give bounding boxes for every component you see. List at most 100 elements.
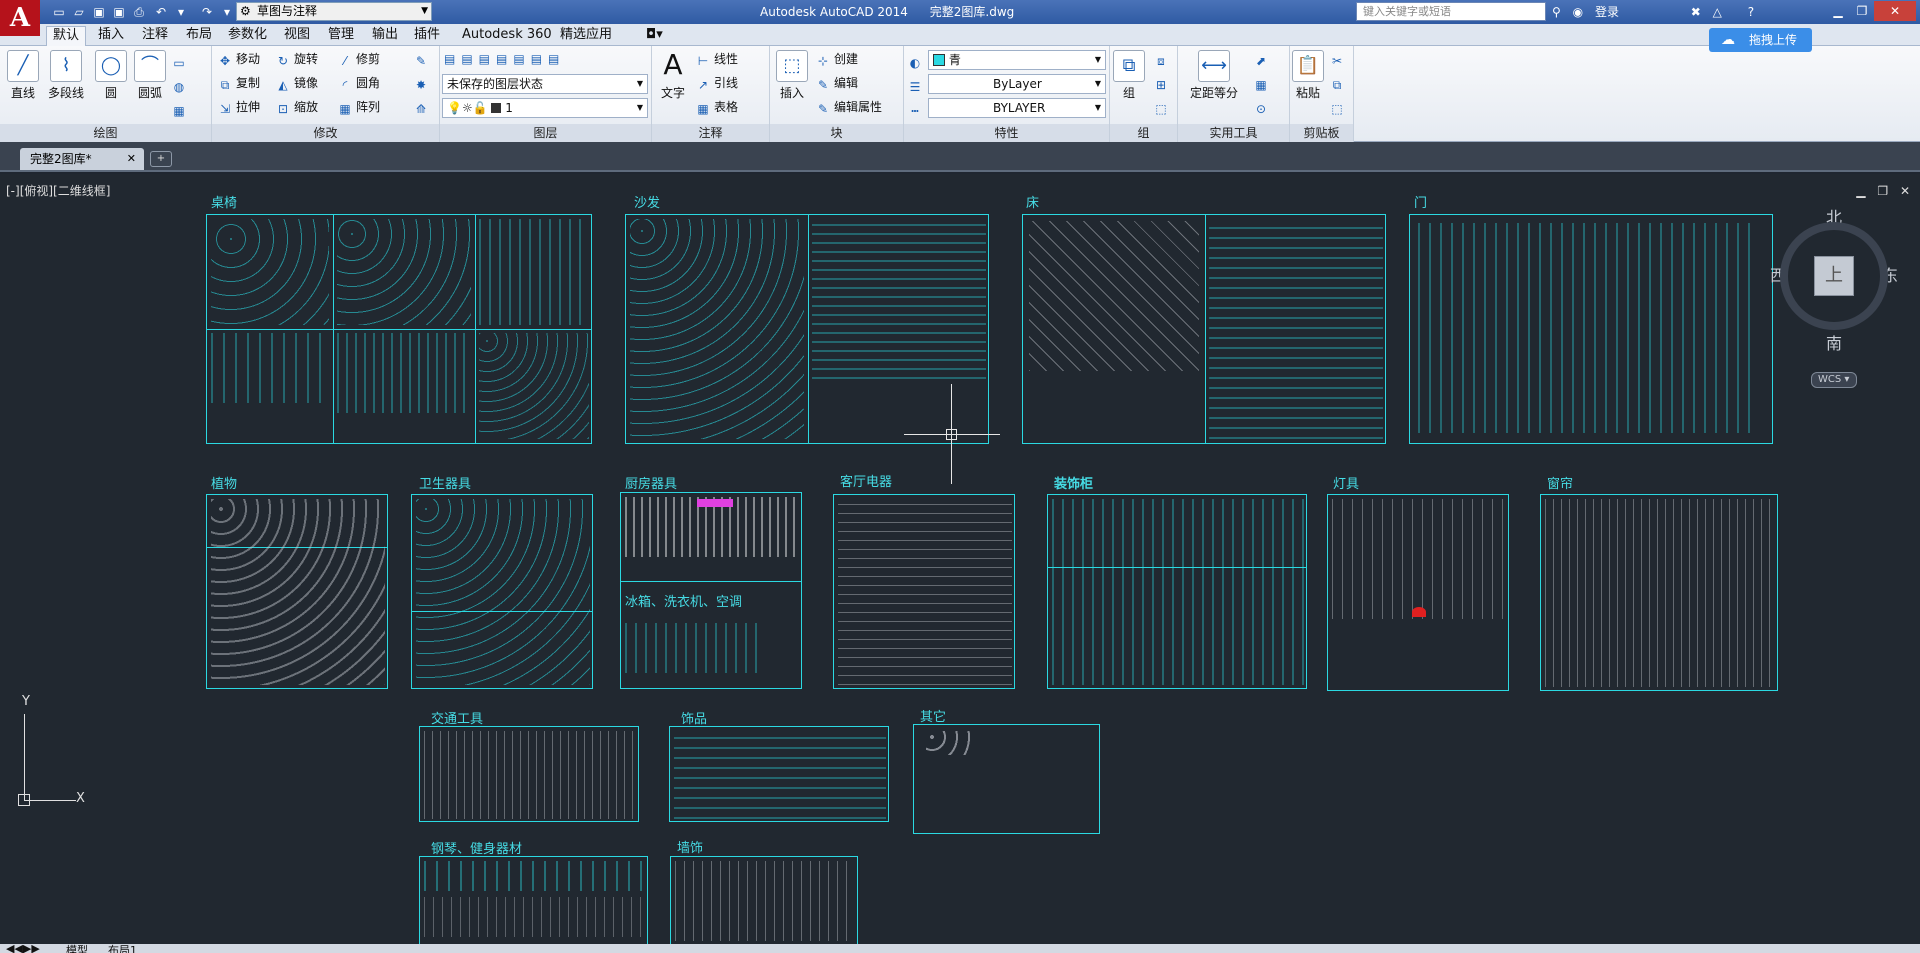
minimize-icon[interactable]: ▁ — [1826, 1, 1850, 21]
draw-panel-title[interactable]: 绘图 — [0, 124, 211, 142]
open-file-icon[interactable]: ▱ — [70, 3, 88, 21]
block-piano-fitness[interactable] — [419, 856, 648, 946]
minimize-icon[interactable]: ▁ — [1856, 184, 1865, 198]
region-icon[interactable]: ▦ — [172, 100, 190, 118]
array-button[interactable]: ▦ 阵列 — [338, 98, 380, 116]
tab-layout[interactable]: 布局 — [180, 26, 218, 46]
calculator-icon[interactable]: ▦ — [1254, 74, 1272, 92]
linear-dim-button[interactable]: ⊢ 线性 — [696, 50, 738, 68]
linetype-icon[interactable]: ┅ — [908, 100, 926, 118]
block-living-appliances[interactable] — [833, 494, 1015, 689]
block-plants[interactable] — [206, 494, 388, 689]
viewcube[interactable]: 上 — [1780, 222, 1888, 330]
compass-south[interactable]: 南 — [1826, 330, 1842, 354]
tab-plugins[interactable]: 插件 — [408, 26, 446, 46]
line-button[interactable]: ╱ 直线 — [4, 50, 42, 101]
mirror-button[interactable]: ◭ 镜像 — [276, 74, 318, 92]
viewcube-top-face[interactable]: 上 — [1814, 256, 1854, 296]
clipboard-panel-title[interactable]: 剪贴板 — [1290, 124, 1353, 142]
new-tab-button[interactable]: + — [150, 151, 172, 167]
rotate-button[interactable]: ↻ 旋转 — [276, 50, 318, 68]
table-button[interactable]: ▦ 表格 — [696, 98, 738, 116]
utilities-panel-title[interactable]: 实用工具 — [1178, 124, 1289, 142]
close-icon[interactable]: ✕ — [1900, 184, 1910, 198]
block-other[interactable] — [913, 724, 1100, 834]
save-as-icon[interactable]: ▣ — [110, 3, 128, 21]
block-wall-decor[interactable] — [670, 856, 858, 946]
viewport-label[interactable]: [-][俯视][二维线框] — [6, 182, 110, 199]
exchange-icon[interactable]: ✖ — [1691, 5, 1701, 19]
ungroup-icon[interactable]: ⧈ — [1154, 50, 1172, 68]
new-file-icon[interactable]: ▭ — [50, 3, 68, 21]
layer-state-select[interactable]: 未保存的图层状态 ▼ — [442, 74, 648, 94]
hatch-icon[interactable]: ◍ — [172, 76, 190, 94]
a360-icon[interactable]: △ — [1713, 5, 1722, 19]
tab-model[interactable]: 模型 — [66, 944, 88, 953]
circle-button[interactable]: ◯ 圆 — [92, 50, 130, 101]
arc-button[interactable]: ⌒ 圆弧 — [130, 50, 170, 101]
tab-annotate[interactable]: 注释 — [136, 26, 174, 46]
tab-manage[interactable]: 管理 — [322, 26, 360, 46]
group-button[interactable]: ⧉ 组 — [1112, 50, 1146, 101]
undo-dropdown-icon[interactable]: ▾ — [172, 3, 190, 21]
tab-view[interactable]: 视图 — [278, 26, 316, 46]
block-panel-title[interactable]: 块 — [770, 124, 903, 142]
color-select[interactable]: 青 ▼ — [928, 50, 1106, 70]
undo-icon[interactable]: ↶ — [152, 3, 170, 21]
explode-icon[interactable]: ✸ — [414, 74, 432, 92]
copy-button[interactable]: ⧉ 复制 — [218, 74, 260, 92]
linetype-select[interactable]: ByLayer ▼ — [928, 74, 1106, 94]
layer-select[interactable]: 💡☼🔓 1 ▼ — [442, 98, 648, 118]
tab-autodesk-360[interactable]: Autodesk 360 — [456, 26, 558, 46]
block-tables-chairs[interactable] — [206, 214, 592, 444]
tab-featured-apps[interactable]: 精选应用 — [554, 26, 618, 46]
leader-button[interactable]: ↗ 引线 — [696, 74, 738, 92]
layers-panel-title[interactable]: 图层 — [440, 124, 651, 142]
ribbon-minimize-icon[interactable]: ◘▾ — [640, 26, 669, 46]
application-menu-button[interactable]: A — [0, 0, 40, 36]
redo-icon[interactable]: ↷ — [198, 3, 216, 21]
block-door[interactable] — [1409, 214, 1773, 444]
layout-nav-icon[interactable]: ◀◀▶▶ — [6, 944, 40, 953]
trim-button[interactable]: ⁄ 修剪 — [338, 50, 380, 68]
search-input[interactable]: 键入关键字或短语 — [1356, 2, 1546, 21]
cut-icon[interactable]: ✂ — [1330, 50, 1348, 68]
lineweight-select[interactable]: BYLAYER ▼ — [928, 98, 1106, 118]
wcs-menu[interactable]: WCS ▾ — [1811, 372, 1857, 388]
tab-insert[interactable]: 插入 — [92, 26, 130, 46]
quick-select-icon[interactable]: ⬈ — [1254, 50, 1272, 68]
block-ornaments[interactable] — [669, 726, 889, 822]
restore-icon[interactable]: ❐ — [1850, 1, 1874, 21]
tab-home[interactable]: 默认 — [46, 26, 87, 46]
stretch-button[interactable]: ⇲ 拉伸 — [218, 98, 260, 116]
copy-base-icon[interactable]: ⬚ — [1330, 98, 1348, 116]
fillet-button[interactable]: ◜ 圆角 — [338, 74, 380, 92]
edit-block-button[interactable]: ✎ 编辑 — [816, 74, 858, 92]
properties-panel-title[interactable]: 特性 — [904, 124, 1109, 142]
layer-tools-icon[interactable]: ▤▤▤▤▤▤▤ — [444, 50, 565, 68]
annotation-panel-title[interactable]: 注释 — [652, 124, 769, 142]
tab-layout1[interactable]: 布局1 — [108, 944, 137, 953]
copy-clip-icon[interactable]: ⧉ — [1330, 74, 1348, 92]
scale-button[interactable]: ⊡ 缩放 — [276, 98, 318, 116]
block-transport[interactable] — [419, 726, 639, 822]
help-icon[interactable]: ? — [1748, 5, 1754, 19]
erase-icon[interactable]: ✎ — [414, 50, 432, 68]
drawing-canvas[interactable]: [-][俯视][二维线框] ▁ ❐ ✕ 桌椅 沙发 床 门 植物 卫生器具 厨房… — [0, 174, 1920, 946]
plot-icon[interactable]: ⎙ — [130, 3, 148, 21]
group-select-icon[interactable]: ⬚ — [1154, 98, 1172, 116]
group-panel-title[interactable]: 组 — [1110, 124, 1177, 142]
insert-button[interactable]: ⬚ 插入 — [774, 50, 810, 101]
close-icon[interactable]: ✕ — [127, 148, 136, 170]
close-icon[interactable]: ✕ — [1874, 1, 1916, 21]
measure-button[interactable]: ⟷ 定距等分 — [1182, 50, 1246, 101]
restore-icon[interactable]: ❐ — [1877, 184, 1888, 198]
upload-button[interactable]: ☁ 拖拽上传 — [1709, 28, 1812, 52]
group-edit-icon[interactable]: ⊞ — [1154, 74, 1172, 92]
block-kitchen[interactable]: 冰箱、洗衣机、空调 — [620, 492, 802, 689]
edit-attributes-button[interactable]: ✎ 编辑属性 — [816, 98, 882, 116]
move-button[interactable]: ✥ 移动 — [218, 50, 260, 68]
login-link[interactable]: 登录 — [1595, 5, 1619, 19]
text-button[interactable]: A 文字 — [656, 50, 690, 101]
match-properties-icon[interactable]: ◐ — [908, 52, 926, 70]
